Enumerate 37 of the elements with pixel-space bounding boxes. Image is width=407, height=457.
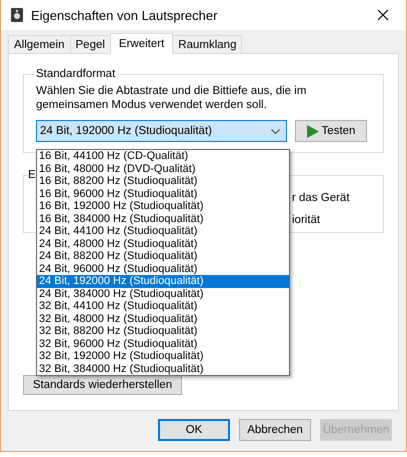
dropdown-option[interactable]: 32 Bit, 384000 Hz (Studioqualität) [37,362,289,375]
speaker-icon [11,8,23,22]
dropdown-option[interactable]: 16 Bit, 44100 Hz (CD-Qualität) [37,150,289,162]
dropdown-option[interactable]: 16 Bit, 384000 Hz (Studioqualität) [37,212,289,225]
dropdown-option[interactable]: 16 Bit, 96000 Hz (Studioqualität) [37,188,289,200]
dropdown-option[interactable]: 16 Bit, 48000 Hz (DVD-Qualität) [37,162,289,175]
play-icon [306,124,319,138]
group-title: E [28,169,36,181]
format-dropdown[interactable]: 24 Bit, 192000 Hz (Studioqualität) [36,120,287,142]
dropdown-option[interactable]: 24 Bit, 384000 Hz (Studioqualität) [37,288,289,300]
dropdown-option[interactable]: 32 Bit, 44100 Hz (Studioqualität) [37,300,289,312]
dropdown-option[interactable]: 16 Bit, 88200 Hz (Studioqualität) [37,175,289,188]
dropdown-option[interactable]: 16 Bit, 192000 Hz (Studioqualität) [37,200,289,212]
tab[interactable]: Raumklang [172,35,242,53]
dropdown-option[interactable]: 24 Bit, 88200 Hz (Studioqualität) [37,250,289,262]
dropdown-option[interactable]: 32 Bit, 96000 Hz (Studioqualität) [37,338,289,350]
tab[interactable]: Pegel [70,35,111,53]
window-title: Eigenschaften von Lautsprecher [31,8,218,22]
dropdown-option[interactable]: 24 Bit, 192000 Hz (Studioqualität) [37,275,289,288]
group-title: Standardformat [35,68,116,80]
dialog-button[interactable]: OK [158,419,230,441]
tab[interactable]: Allgemein [8,35,70,53]
dropdown-option[interactable]: 24 Bit, 48000 Hz (Studioqualität) [37,238,289,250]
dropdown-option[interactable]: 32 Bit, 48000 Hz (Studioqualität) [37,312,289,325]
option-text: iorität [292,214,320,226]
dropdown-option[interactable]: 32 Bit, 88200 Hz (Studioqualität) [37,325,289,338]
test-button[interactable]: Testen [295,120,367,142]
tab[interactable]: Erweitert [110,33,174,54]
dropdown-option[interactable]: 24 Bit, 96000 Hz (Studioqualität) [37,262,289,275]
chevron-icon [271,128,280,134]
option-text: r das Gerät [292,192,350,204]
dropdown-option[interactable]: 24 Bit, 44100 Hz (Studioqualität) [37,225,289,238]
dropdown-option[interactable]: 32 Bit, 192000 Hz (Studioqualität) [37,350,289,362]
close-icon [377,9,389,21]
dialog-button[interactable]: Abbrechen [239,419,311,441]
description-text: Wählen Sie die Abtastrate und die Bittiefe aus, die im gemeinsamen Modus verwendet werden soll. [36,84,308,112]
restore-defaults-button[interactable]: Standards wiederherstellen [23,375,182,395]
